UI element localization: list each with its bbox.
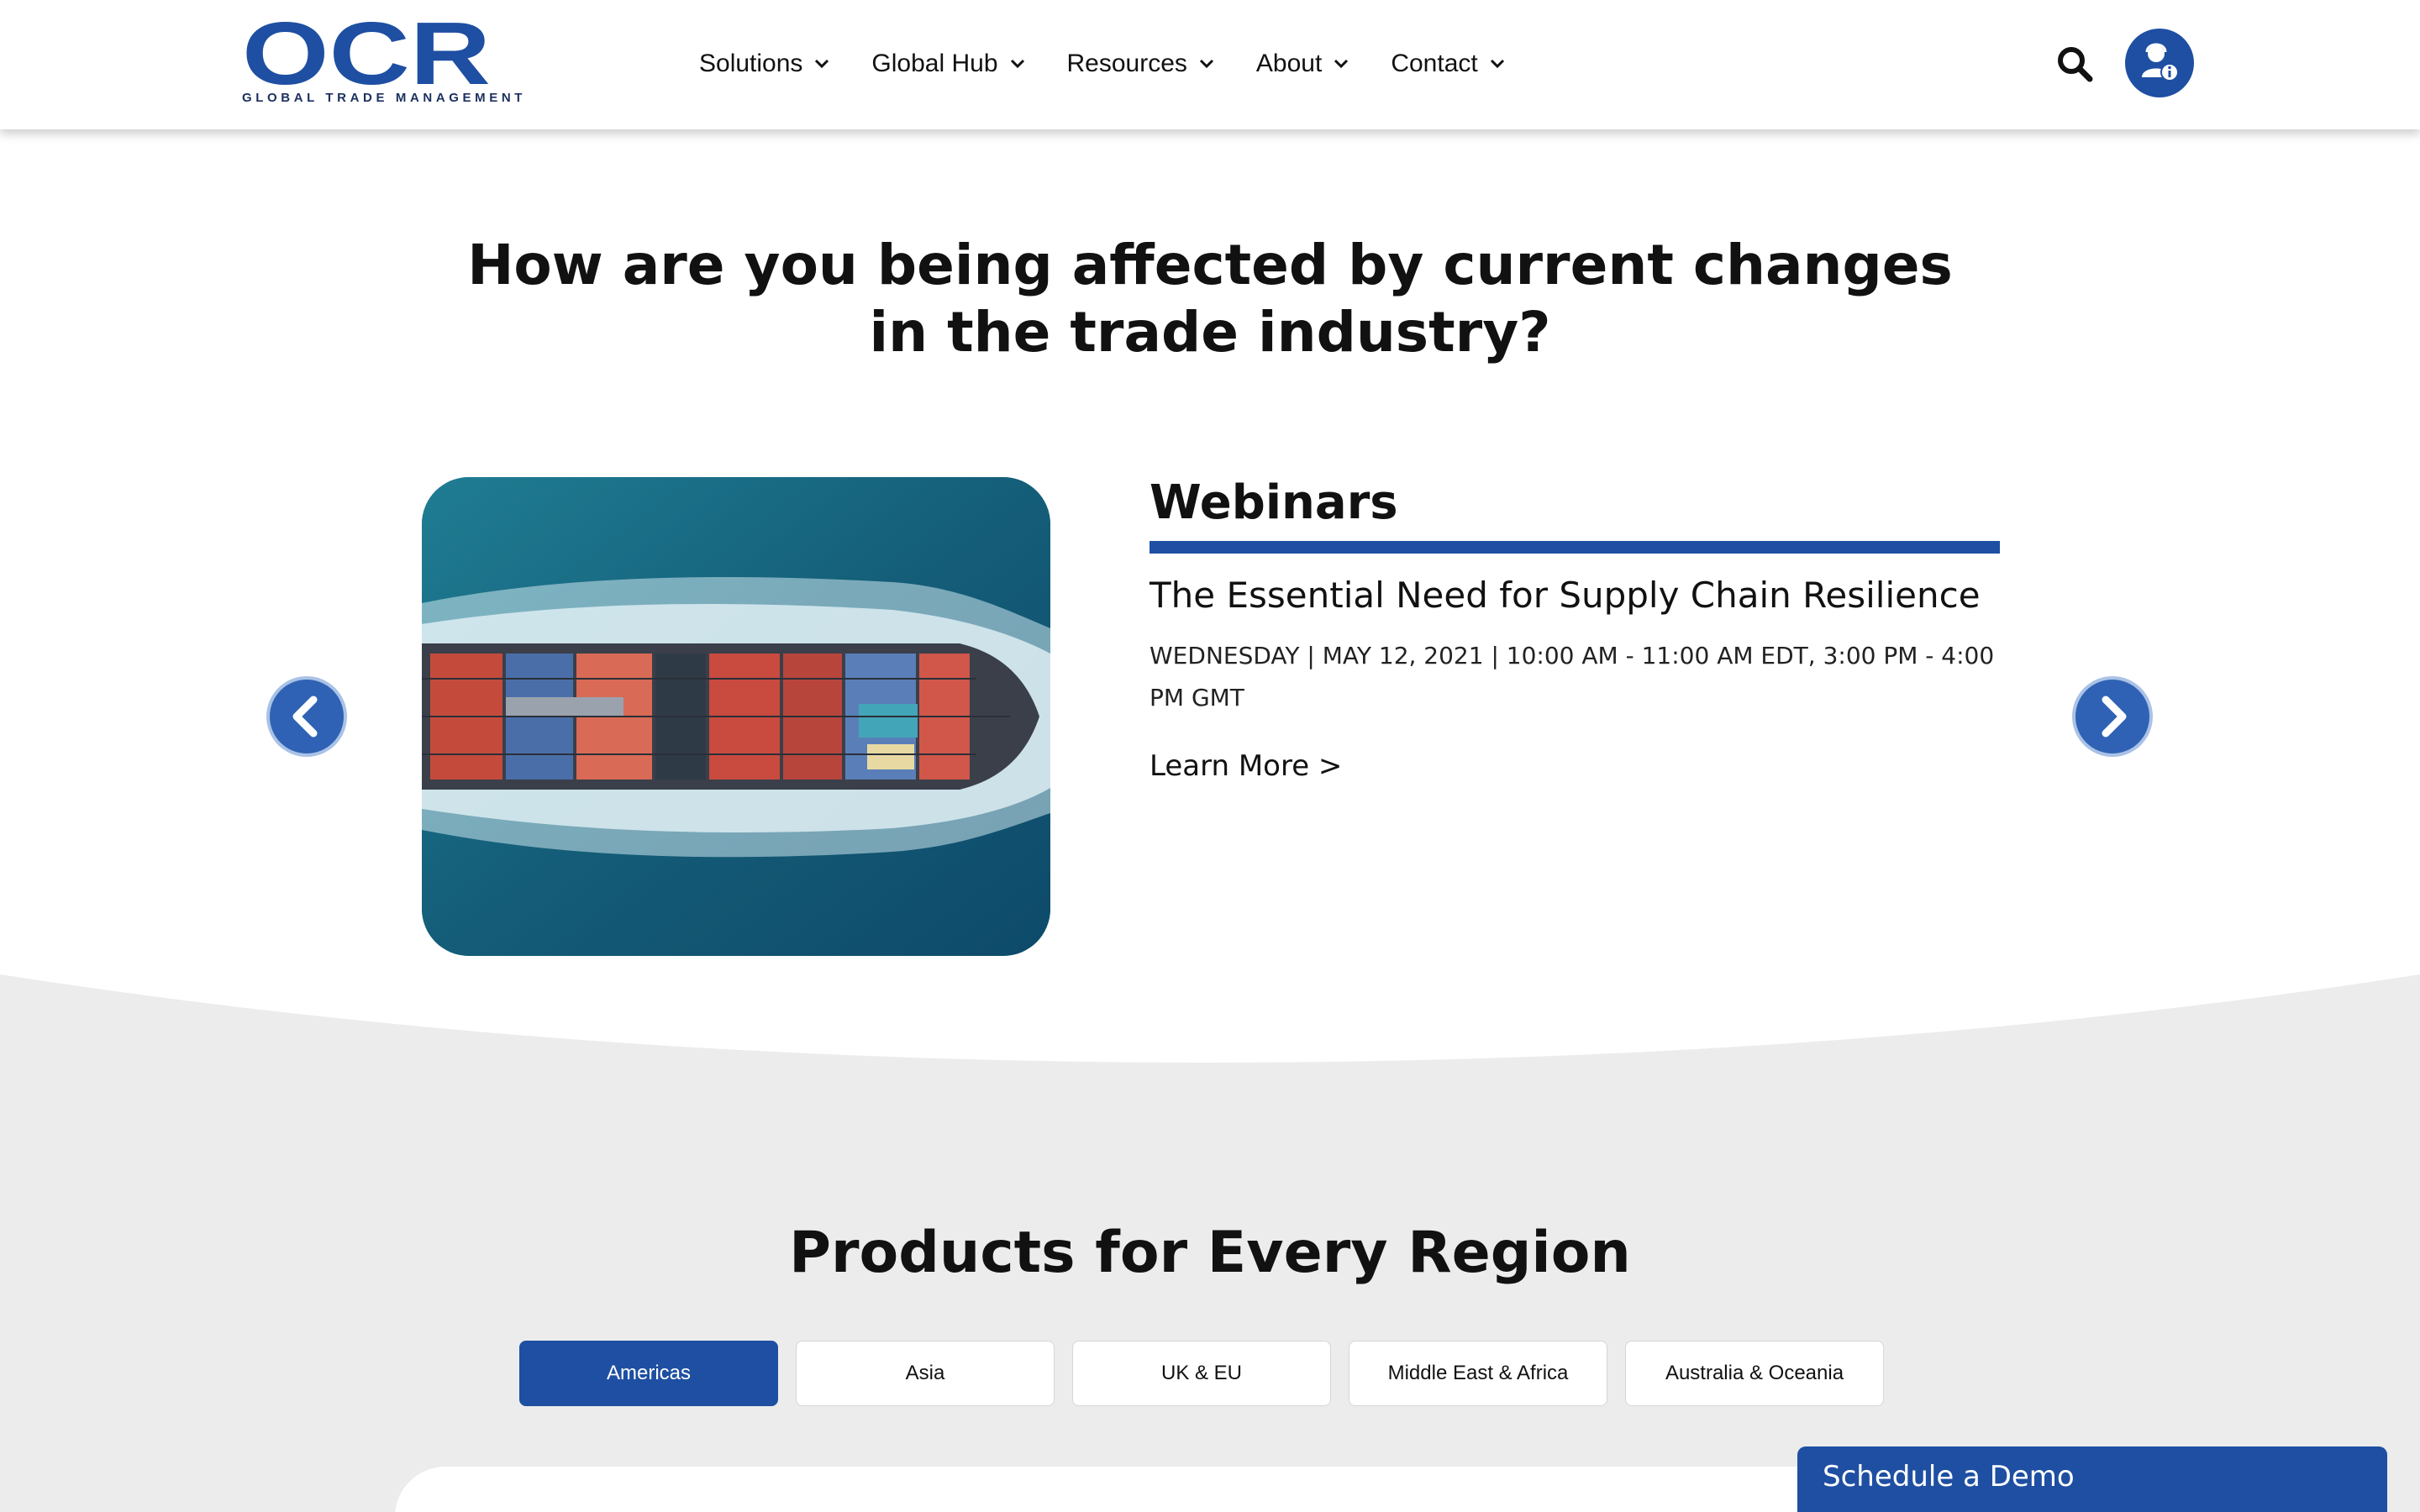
chevron-left-icon [292,696,318,738]
chevron-down-icon [1490,59,1504,69]
products-panel [395,1467,2025,1512]
tab-asia[interactable]: Asia [796,1341,1055,1406]
slide-date: WEDNESDAY | MAY 12, 2021 | 10:00 AM - 11… [1150,642,1995,711]
chevron-down-icon [815,59,829,69]
user-info-icon[interactable] [2125,29,2194,97]
nav-label: Contact [1391,50,1478,77]
search-icon[interactable] [2055,45,2094,83]
nav-resources[interactable]: Resources [1067,50,1214,78]
chevron-right-icon [2102,696,2127,738]
tab-uk-eu[interactable]: UK & EU [1072,1341,1331,1406]
category-divider [1150,541,2000,554]
svg-text:OCR: OCR [242,18,491,89]
chevron-down-icon [1199,59,1213,69]
container-ship-image [422,477,1050,956]
tab-label: UK & EU [1160,1362,1243,1384]
ocr-logo[interactable]: OCR GLOBAL TRADE MANAGEMENT [240,18,527,111]
main-nav: Solutions Global Hub Resources About Con… [699,42,1547,86]
nav-solutions[interactable]: Solutions [699,50,829,78]
slide-category: Webinars [1150,475,1398,530]
carousel-next-button[interactable] [2075,680,2149,753]
ocr-logo-mark: OCR [242,18,491,89]
slide-headline: The Essential Need for Supply Chain Resi… [1150,575,1981,616]
nav-label: Solutions [699,50,803,77]
chevron-down-icon [1010,59,1024,69]
tab-americas[interactable]: Americas [519,1341,778,1406]
nav-label: About [1255,50,1323,77]
demo-button-label: Schedule a Demo [1823,1460,2075,1494]
learn-more-link[interactable]: Learn More > [1150,749,1342,783]
tab-australia-oceania[interactable]: Australia & Oceania [1625,1341,1884,1406]
carousel-prev-button[interactable] [270,680,344,753]
user-info-glyph [2142,43,2179,81]
schedule-demo-button[interactable]: Schedule a Demo [1797,1446,2387,1512]
chevron-down-icon [1334,59,1349,69]
tab-middle-east-africa[interactable]: Middle East & Africa [1349,1341,1607,1406]
tab-label: Asia [905,1362,945,1384]
nav-contact[interactable]: Contact [1391,50,1504,78]
products-title: Products for Every Region [789,1220,1631,1286]
tab-label: Australia & Oceania [1665,1362,1844,1384]
nav-label: Resources [1066,50,1187,77]
site-header: OCR GLOBAL TRADE MANAGEMENT Solutions Gl… [0,0,2420,129]
logo-tagline: GLOBAL TRADE MANAGEMENT [242,91,527,105]
nav-label: Global Hub [871,50,998,77]
nav-about[interactable]: About [1256,50,1349,78]
nav-global-hub[interactable]: Global Hub [871,50,1024,78]
region-tabs: Americas Asia UK & EU Middle East & Afri… [519,1341,1902,1406]
tab-label: Middle East & Africa [1387,1362,1569,1384]
hero-title: How are you being affected by current ch… [467,233,1953,365]
slide-image[interactable] [422,477,1050,956]
tab-label: Americas [606,1362,692,1384]
